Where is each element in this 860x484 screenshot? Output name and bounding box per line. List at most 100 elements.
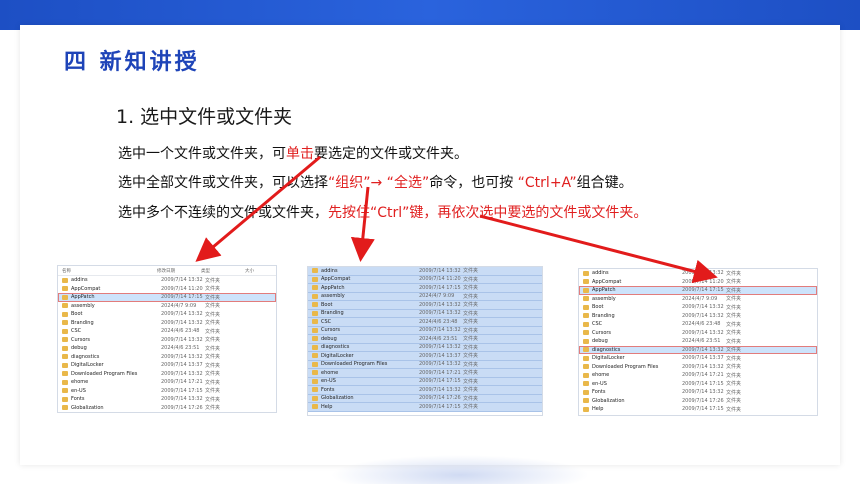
- folder-icon: [312, 327, 318, 333]
- file-row[interactable]: DigitalLocker 2009/7/14 13:37 文件夹: [579, 354, 817, 363]
- file-row[interactable]: Boot 2009/7/14 13:32 文件夹: [58, 310, 276, 319]
- file-row[interactable]: AppPatch 2009/7/14 17:15 文件夹: [308, 284, 542, 293]
- file-name: AppCompat: [321, 276, 351, 283]
- file-row[interactable]: debug 2024/4/6 23:51 文件夹: [308, 335, 542, 344]
- file-type: 文件夹: [205, 328, 221, 335]
- file-row[interactable]: en-US 2009/7/14 17:15 文件夹: [58, 387, 276, 396]
- file-row[interactable]: CSC 2024/4/6 23:48 文件夹: [58, 327, 276, 336]
- file-name: AppCompat: [71, 285, 101, 292]
- file-row[interactable]: Globalization 2009/7/14 17:26 文件夹: [579, 397, 817, 406]
- file-type: 文件夹: [726, 347, 742, 354]
- file-row[interactable]: Branding 2009/7/14 13:32 文件夹: [579, 312, 817, 321]
- folder-icon: [62, 286, 68, 292]
- file-row[interactable]: Cursors 2009/7/14 13:32 文件夹: [308, 326, 542, 335]
- file-row[interactable]: Help2009/7/14 17:15文件夹: [579, 405, 817, 414]
- file-row[interactable]: ehome 2009/7/14 17:21 文件夹: [579, 371, 817, 380]
- file-row[interactable]: Branding 2009/7/14 13:32 文件夹: [58, 319, 276, 328]
- folder-icon: [312, 344, 318, 350]
- file-name: debug: [321, 335, 337, 342]
- file-name: addins: [592, 270, 609, 277]
- file-name: CSC: [592, 321, 603, 328]
- file-row[interactable]: debug 2024/4/6 23:51 文件夹: [579, 337, 817, 346]
- folder-icon: [583, 364, 589, 370]
- file-row[interactable]: diagnostics 2009/7/14 13:32 文件夹: [579, 345, 817, 354]
- file-date: 2009/7/14 13:32: [419, 327, 461, 334]
- file-row[interactable]: addins 2009/7/14 13:32 文件夹: [58, 276, 276, 285]
- file-name: addins: [71, 277, 88, 284]
- file-row[interactable]: diagnostics 2009/7/14 13:32 文件夹: [308, 343, 542, 352]
- file-type: 文件夹: [463, 387, 479, 394]
- file-row[interactable]: assembly 2024/4/7 9:09 文件夹: [58, 302, 276, 311]
- file-row[interactable]: Boot 2009/7/14 13:32 文件夹: [579, 303, 817, 312]
- file-row[interactable]: AppPatch 2009/7/14 17:15 文件夹: [58, 293, 276, 302]
- file-row[interactable]: AppCompat 2009/7/14 11:20 文件夹: [58, 285, 276, 294]
- file-name: AppPatch: [321, 284, 345, 291]
- file-row[interactable]: Globalization 2009/7/14 17:26 文件夹: [58, 404, 276, 413]
- file-row[interactable]: en-US 2009/7/14 17:15 文件夹: [579, 380, 817, 389]
- file-row[interactable]: Cursors 2009/7/14 13:32 文件夹: [58, 336, 276, 345]
- file-row[interactable]: DigitalLocker 2009/7/14 13:37 文件夹: [308, 352, 542, 361]
- file-name: DigitalLocker: [321, 352, 354, 359]
- file-type: 文件夹: [463, 361, 479, 368]
- file-row[interactable]: ehome 2009/7/14 17:21 文件夹: [58, 378, 276, 387]
- file-date: 2009/7/14 11:20: [161, 285, 203, 292]
- file-row[interactable]: ehome 2009/7/14 17:21 文件夹: [308, 369, 542, 378]
- file-row[interactable]: debug 2024/4/6 23:51 文件夹: [58, 344, 276, 353]
- folder-icon: [312, 285, 318, 291]
- file-type: 文件夹: [463, 336, 479, 343]
- file-row[interactable]: Downloaded Program Files 2009/7/14 13:32 文…: [58, 370, 276, 379]
- file-row[interactable]: Cursors 2009/7/14 13:32 文件夹: [579, 329, 817, 338]
- file-name: Globalization: [71, 404, 104, 411]
- file-row[interactable]: en-US 2009/7/14 17:15 文件夹: [308, 377, 542, 386]
- topic-heading: 1. 选中文件或文件夹: [116, 106, 293, 128]
- file-date: 2009/7/14 13:32: [419, 267, 461, 274]
- file-row[interactable]: AppPatch 2009/7/14 17:15 文件夹: [579, 286, 817, 295]
- file-row[interactable]: diagnostics 2009/7/14 13:32 文件夹: [58, 353, 276, 362]
- folder-icon: [312, 361, 318, 367]
- file-name: Boot: [592, 304, 604, 311]
- file-row[interactable]: assembly 2024/4/7 9:09 文件夹: [579, 295, 817, 304]
- file-name: ehome: [321, 369, 339, 376]
- file-type: 文件夹: [205, 277, 221, 284]
- file-row[interactable]: CSC 2024/4/6 23:48 文件夹: [308, 318, 542, 327]
- file-type: 文件夹: [726, 364, 742, 371]
- file-date: 2009/7/14 17:15: [419, 284, 461, 291]
- file-type: 文件夹: [463, 319, 479, 326]
- file-row[interactable]: Downloaded Program Files 2009/7/14 13:32 文…: [308, 360, 542, 369]
- file-name: AppPatch: [71, 294, 95, 301]
- file-row[interactable]: Boot 2009/7/14 13:32 文件夹: [308, 301, 542, 310]
- file-row[interactable]: AppCompat 2009/7/14 11:20 文件夹: [579, 278, 817, 287]
- folder-icon: [312, 370, 318, 376]
- file-row[interactable]: DigitalLocker 2009/7/14 13:37 文件夹: [58, 361, 276, 370]
- file-date: 2009/7/14 13:37: [419, 352, 461, 359]
- file-date: 2009/7/14 13:32: [419, 301, 461, 308]
- file-name: DigitalLocker: [592, 355, 625, 362]
- file-name: Downloaded Program Files: [71, 370, 138, 377]
- file-date: 2009/7/14 13:32: [682, 304, 724, 311]
- file-row[interactable]: Downloaded Program Files 2009/7/14 13:32 文…: [579, 363, 817, 372]
- folder-icon: [583, 372, 589, 378]
- file-row[interactable]: assembly 2024/4/7 9:09 文件夹: [308, 292, 542, 301]
- file-row[interactable]: Fonts 2009/7/14 13:32 文件夹: [308, 386, 542, 395]
- file-type: 文件夹: [726, 313, 742, 320]
- file-row[interactable]: addins 2009/7/14 13:32 文件夹: [579, 269, 817, 278]
- file-type: 文件夹: [205, 396, 221, 403]
- file-row[interactable]: addins 2009/7/14 13:32 文件夹: [308, 267, 542, 276]
- line2-shortcut-highlight: “Ctrl+A”: [517, 175, 577, 191]
- file-date: 2009/7/14 13:32: [419, 344, 461, 351]
- file-name: Downloaded Program Files: [321, 361, 388, 368]
- file-row[interactable]: Branding 2009/7/14 13:32 文件夹: [308, 309, 542, 318]
- section-title: 四 新知讲授: [64, 49, 200, 75]
- file-date: 2009/7/14 13:32: [419, 310, 461, 317]
- file-row[interactable]: Fonts 2009/7/14 13:32 文件夹: [58, 395, 276, 404]
- file-name: AppPatch: [592, 287, 616, 294]
- file-type: 文件夹: [205, 371, 221, 378]
- file-row[interactable]: Globalization 2009/7/14 17:26 文件夹: [308, 394, 542, 403]
- file-row[interactable]: Help2009/7/14 17:15文件夹: [308, 403, 542, 412]
- file-row[interactable]: Fonts 2009/7/14 13:32 文件夹: [579, 388, 817, 397]
- file-type: 文件夹: [463, 285, 479, 292]
- file-row[interactable]: AppCompat 2009/7/14 11:20 文件夹: [308, 275, 542, 284]
- file-row[interactable]: Help2009/7/14 17:15文件夹: [58, 412, 276, 413]
- file-date: 2024/4/6 23:48: [682, 321, 721, 328]
- file-row[interactable]: CSC 2024/4/6 23:48 文件夹: [579, 320, 817, 329]
